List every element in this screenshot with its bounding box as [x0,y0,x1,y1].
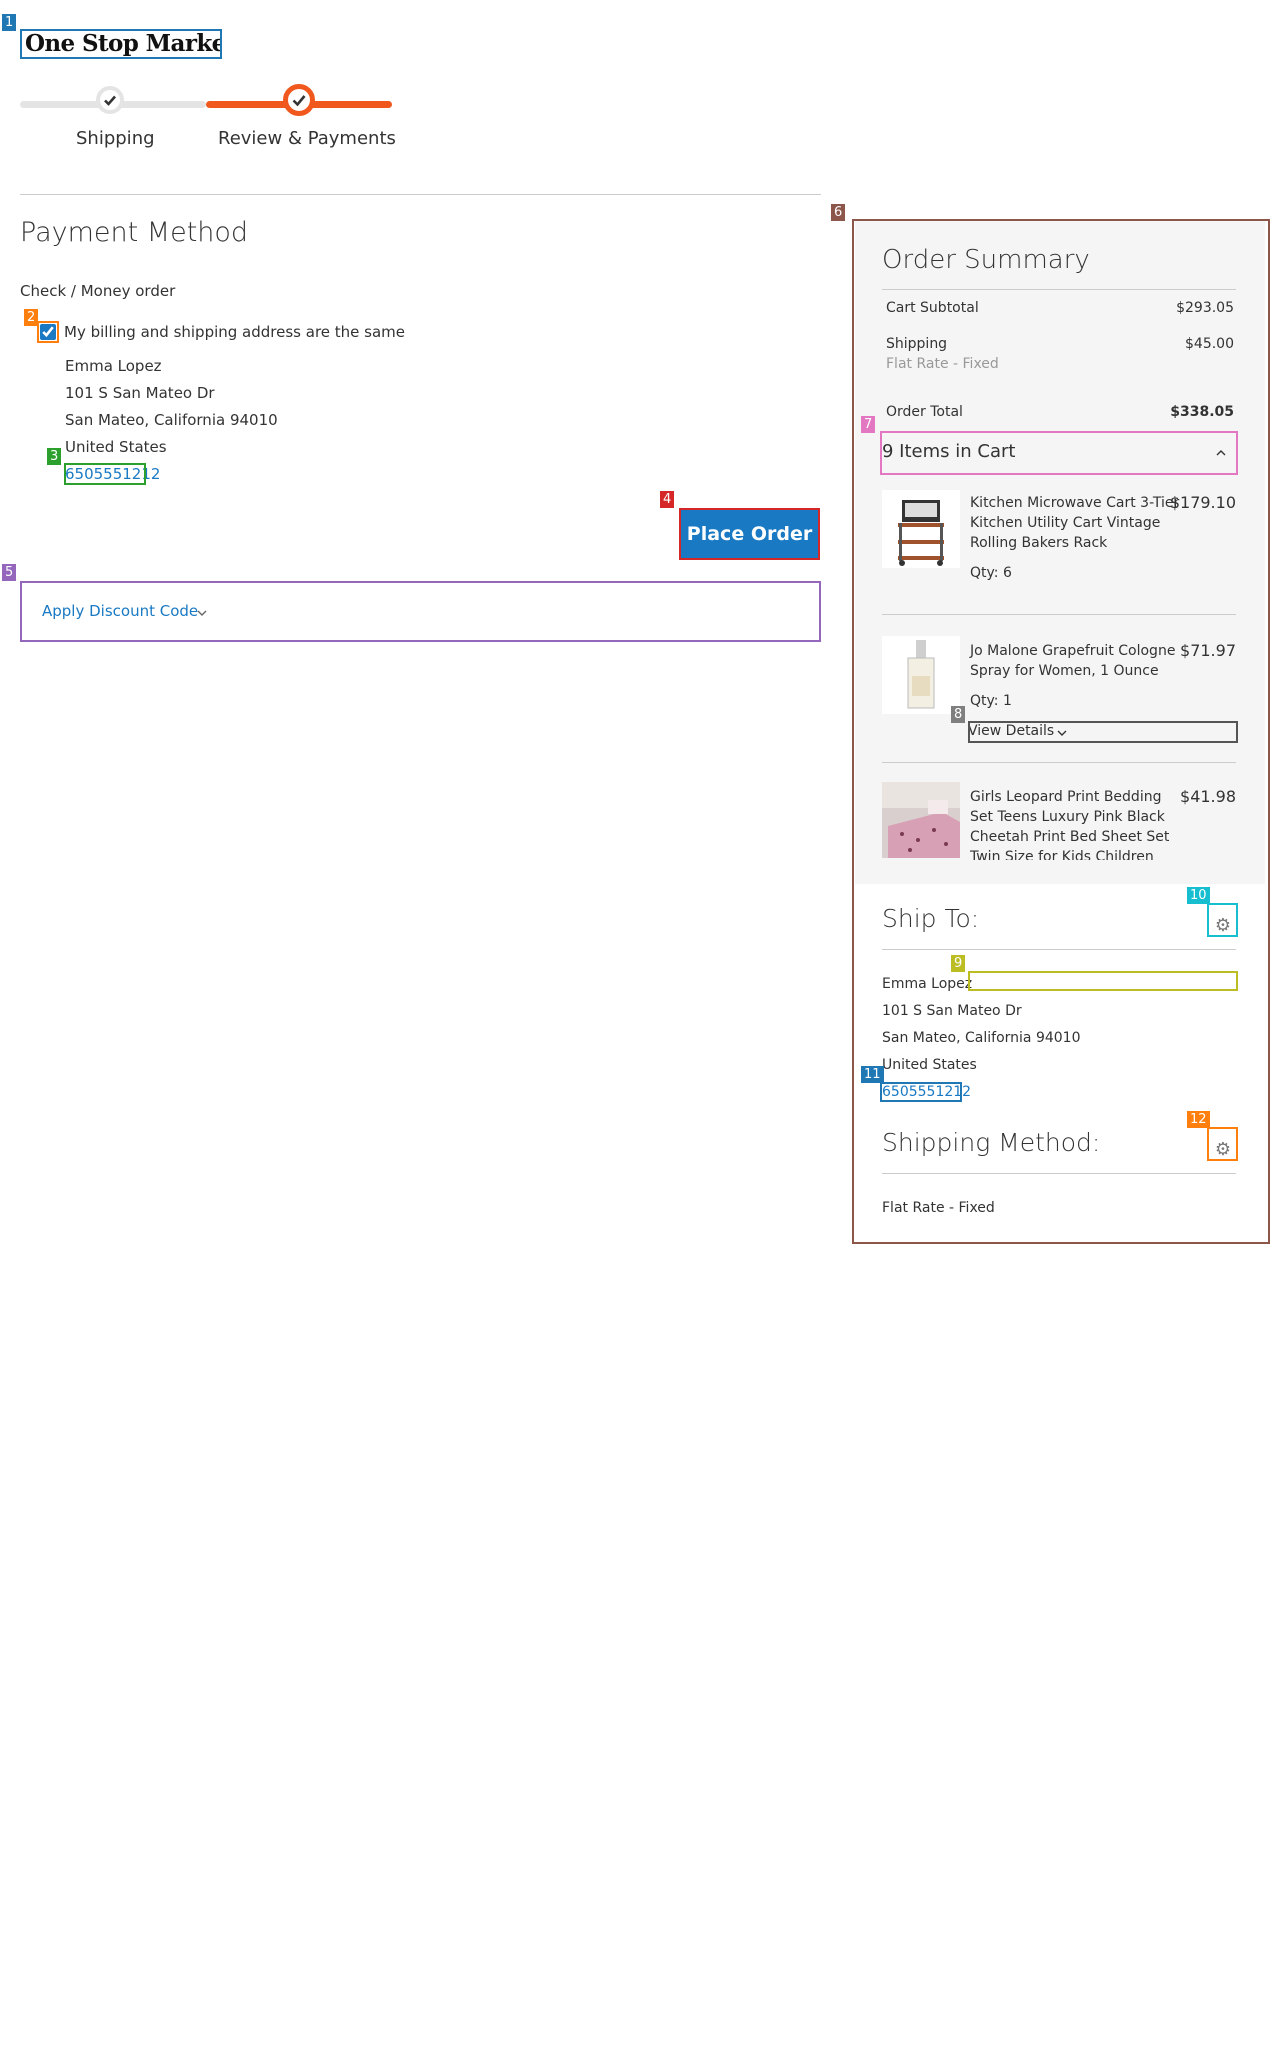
section-divider [20,194,821,195]
mark-tag: 3 [47,448,62,465]
check-icon [104,95,116,106]
mark-box [37,321,59,343]
mark-tag: 10 [1187,887,1210,904]
same-address-label[interactable]: My billing and shipping address are the … [64,323,405,341]
mark-tag: 5 [2,564,17,581]
mark-tag: 2 [24,309,39,326]
mark-box [968,721,1238,743]
mark-tag: 1 [2,14,17,31]
mark-box [880,431,1238,475]
mark-box [64,463,146,485]
mark-box [968,971,1238,991]
mark-tag: 12 [1187,1111,1210,1128]
check-icon [292,95,306,107]
step-review-dot [283,84,315,116]
mark-tag: 9 [951,955,966,972]
mark-tag: 7 [861,416,876,433]
step-shipping-dot [96,86,124,114]
billing-city: San Mateo, California 94010 [65,411,278,429]
mark-tag: 4 [660,491,675,508]
place-order-button[interactable]: Place Order [679,508,820,560]
payment-method-name: Check / Money order [20,282,176,300]
mark-tag: 6 [831,204,846,221]
billing-country: United States [65,438,167,456]
mark-tag: 8 [951,706,966,723]
step-review-label: Review & Payments [218,128,396,149]
mark-box [1207,903,1238,937]
discount-code-label: Apply Discount Code [42,602,199,620]
mark-box [880,1082,962,1102]
discount-code-toggle[interactable]: Apply Discount Code [20,581,821,642]
chevron-down-icon [197,610,207,616]
store-logo[interactable]: One Stop Market [20,29,222,59]
billing-name: Emma Lopez [65,357,162,375]
step-shipping-label[interactable]: Shipping [76,128,155,149]
billing-street: 101 S San Mateo Dr [65,384,215,402]
payment-method-title: Payment Method [20,217,249,248]
mark-box [1207,1127,1238,1161]
mark-tag: 11 [861,1066,884,1083]
